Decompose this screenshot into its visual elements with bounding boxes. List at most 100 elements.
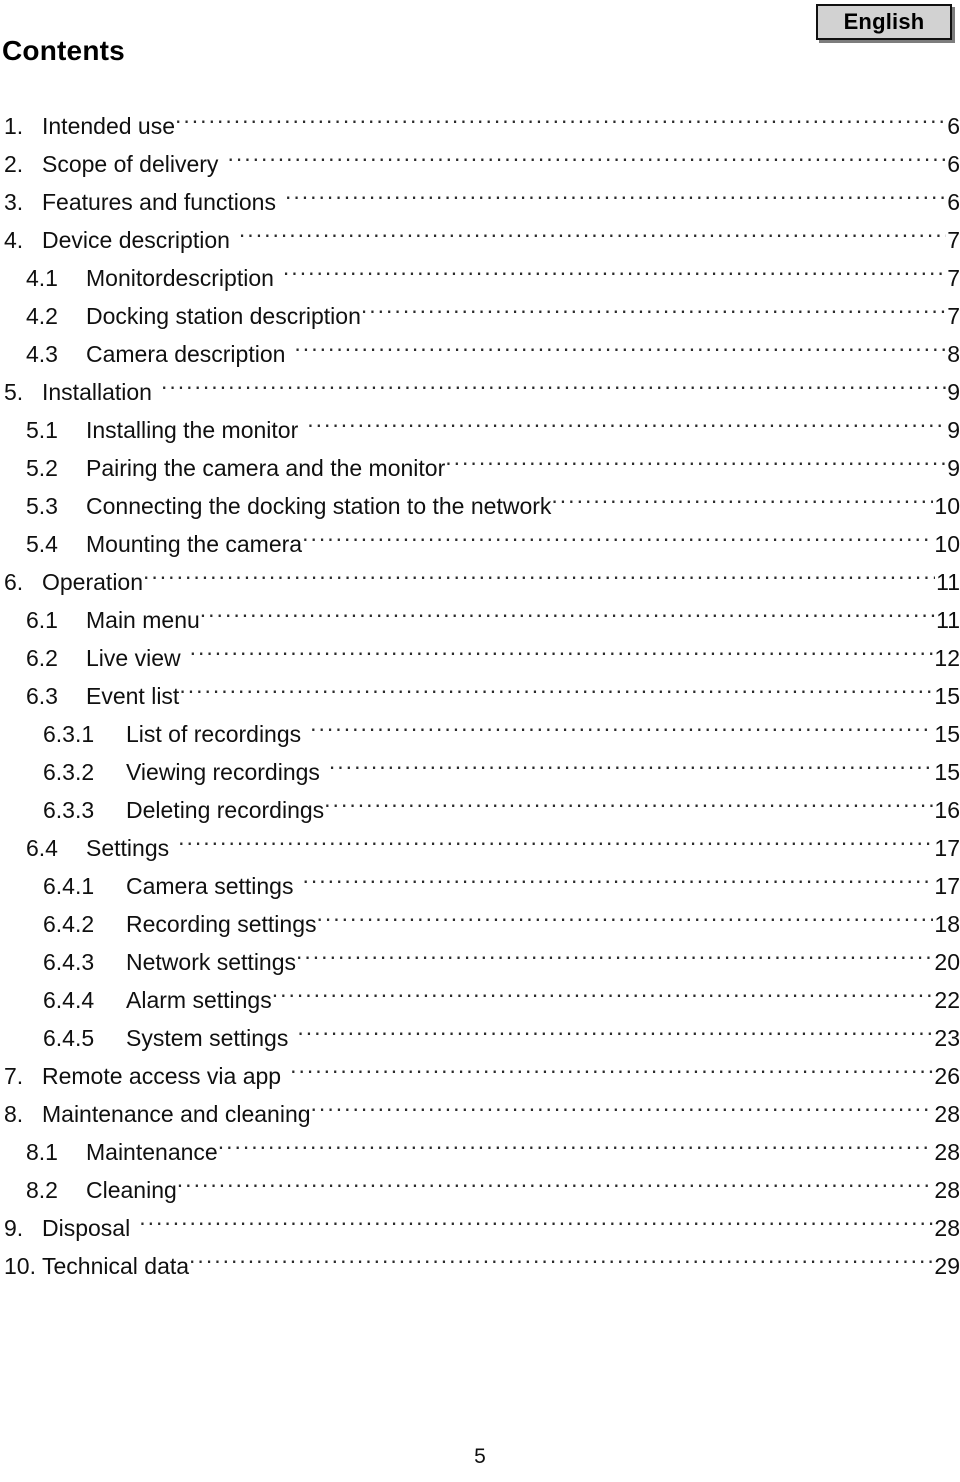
toc-entry-page: 28 — [934, 1215, 960, 1241]
toc-entry-page: 7 — [947, 227, 960, 253]
toc-entry[interactable]: 6.1 Main menu 11 — [0, 590, 960, 633]
toc-entry-page: 28 — [934, 1177, 960, 1203]
toc-entry-number: 6.4.1 — [43, 873, 95, 899]
toc-entry-number: 5.4 — [26, 531, 58, 557]
toc-entry-number: 8.2 — [26, 1177, 58, 1203]
toc-entry-page: 11 — [936, 569, 960, 595]
toc-entry-page: 6 — [947, 151, 960, 177]
toc-entry-number: 6.4 — [26, 835, 58, 861]
toc-entry-page: 10 — [934, 493, 960, 519]
toc-entry-number: 6.3.2 — [43, 759, 95, 785]
toc-entry-page: 15 — [934, 759, 960, 785]
toc-dot-leader — [161, 362, 946, 400]
toc-entry-number: 1. — [4, 113, 24, 139]
toc-entry-label: Installing the monitor — [86, 417, 299, 443]
toc-entry-number: 6. — [4, 569, 24, 595]
document-page: English Contents 1. Intended use 6 2. Scope … — [0, 0, 960, 1482]
toc-entry[interactable]: 10.Technical data 29 — [0, 1236, 960, 1279]
toc-dot-leader — [317, 894, 934, 932]
toc-entry-number: 6.4.4 — [43, 987, 95, 1013]
toc-entry-page: 7 — [947, 265, 960, 291]
language-badge: English — [816, 4, 952, 40]
toc-dot-leader — [190, 628, 934, 666]
toc-dot-leader — [175, 96, 946, 134]
toc-entry-page: 29 — [934, 1253, 960, 1279]
toc-entry-label: Remote access via app — [42, 1063, 282, 1089]
toc-entry-number: 7. — [4, 1063, 24, 1089]
toc-entry-number: 5.1 — [26, 417, 58, 443]
table-of-contents: 1.Intended use62.Scope of delivery63.Fea… — [0, 96, 960, 1279]
toc-entry-label: Viewing recordings — [126, 759, 320, 785]
toc-dot-leader — [445, 438, 946, 476]
toc-entry-label: Device description — [42, 227, 230, 253]
toc-entry-number: 4.3 — [26, 341, 58, 367]
toc-entry-number: 6.4.2 — [43, 911, 95, 937]
toc-entry-number: 8.1 — [26, 1139, 58, 1165]
toc-dot-leader — [227, 134, 946, 172]
toc-entry-number: 6.3 — [26, 683, 58, 709]
toc-entry-page: 12 — [934, 645, 960, 671]
toc-dot-leader — [189, 1236, 933, 1274]
toc-entry-number: 10. — [4, 1253, 36, 1279]
toc-dot-leader — [179, 666, 933, 704]
toc-entry-page: 15 — [934, 721, 960, 747]
toc-entry-label: Monitordescription — [86, 265, 274, 291]
toc-entry-number: 6.3.3 — [43, 797, 95, 823]
toc-entry-page: 23 — [934, 1025, 960, 1051]
toc-dot-leader — [302, 514, 933, 552]
toc-entry-number: 6.4.3 — [43, 949, 95, 975]
toc-dot-leader — [177, 1160, 934, 1198]
toc-entry-page: 28 — [934, 1101, 960, 1127]
toc-dot-leader — [307, 400, 946, 438]
toc-entry-page: 6 — [947, 113, 960, 139]
toc-dot-leader — [283, 248, 946, 286]
toc-entry[interactable]: 6. Operation 11 — [0, 552, 960, 595]
toc-entry-label: Installation — [42, 379, 152, 405]
toc-entry-label: Recording settings — [126, 911, 317, 937]
toc-entry-label: Camera settings — [126, 873, 294, 899]
toc-entry-label: Pairing the camera and the monitor — [86, 455, 446, 481]
toc-entry-number: 4. — [4, 227, 24, 253]
toc-entry-page: 9 — [947, 379, 960, 405]
toc-entry-page: 16 — [934, 797, 960, 823]
toc-entry-label: Network settings — [126, 949, 297, 975]
toc-entry-page: 9 — [947, 455, 960, 481]
toc-dot-leader — [294, 324, 946, 362]
toc-entry-label: Settings — [86, 835, 170, 861]
toc-entry-page: 17 — [934, 835, 960, 861]
toc-entry-page: 11 — [936, 607, 960, 633]
toc-entry-page: 15 — [934, 683, 960, 709]
toc-entry-page: 17 — [934, 873, 960, 899]
toc-entry-number: 6.2 — [26, 645, 58, 671]
toc-entry-label: Technical data — [42, 1253, 190, 1279]
toc-entry-page: 6 — [947, 189, 960, 215]
toc-dot-leader — [361, 286, 946, 324]
toc-dot-leader — [297, 1008, 933, 1046]
language-badge-label: English — [843, 9, 925, 34]
toc-entry-number: 3. — [4, 189, 24, 215]
toc-dot-leader — [324, 780, 933, 818]
toc-entry-page: 22 — [934, 987, 960, 1013]
toc-entry-page: 9 — [947, 417, 960, 443]
toc-dot-leader — [302, 856, 933, 894]
toc-entry-number: 4.1 — [26, 265, 58, 291]
toc-entry[interactable]: 9. Disposal 28 — [0, 1198, 960, 1241]
toc-entry[interactable]: 1. Intended use 6 — [0, 96, 960, 139]
toc-entry-label: Scope of delivery — [42, 151, 219, 177]
toc-entry-label: Disposal — [42, 1215, 131, 1241]
toc-dot-leader — [296, 932, 933, 970]
toc-entry-label: List of recordings — [126, 721, 302, 747]
page-title: Contents — [2, 35, 125, 66]
toc-dot-leader — [290, 1046, 933, 1084]
toc-entry-number: 5.3 — [26, 493, 58, 519]
toc-entry-label: Event list — [86, 683, 180, 709]
toc-entry-number: 8. — [4, 1101, 24, 1127]
toc-entry-page: 28 — [934, 1139, 960, 1165]
toc-entry-number: 6.3.1 — [43, 721, 95, 747]
toc-entry-label: System settings — [126, 1025, 289, 1051]
toc-entry-label: Live view — [86, 645, 181, 671]
toc-entry-number: 4.2 — [26, 303, 58, 329]
toc-entry-label: Operation — [42, 569, 144, 595]
toc-dot-leader — [551, 476, 933, 514]
toc-entry-page: 10 — [934, 531, 960, 557]
